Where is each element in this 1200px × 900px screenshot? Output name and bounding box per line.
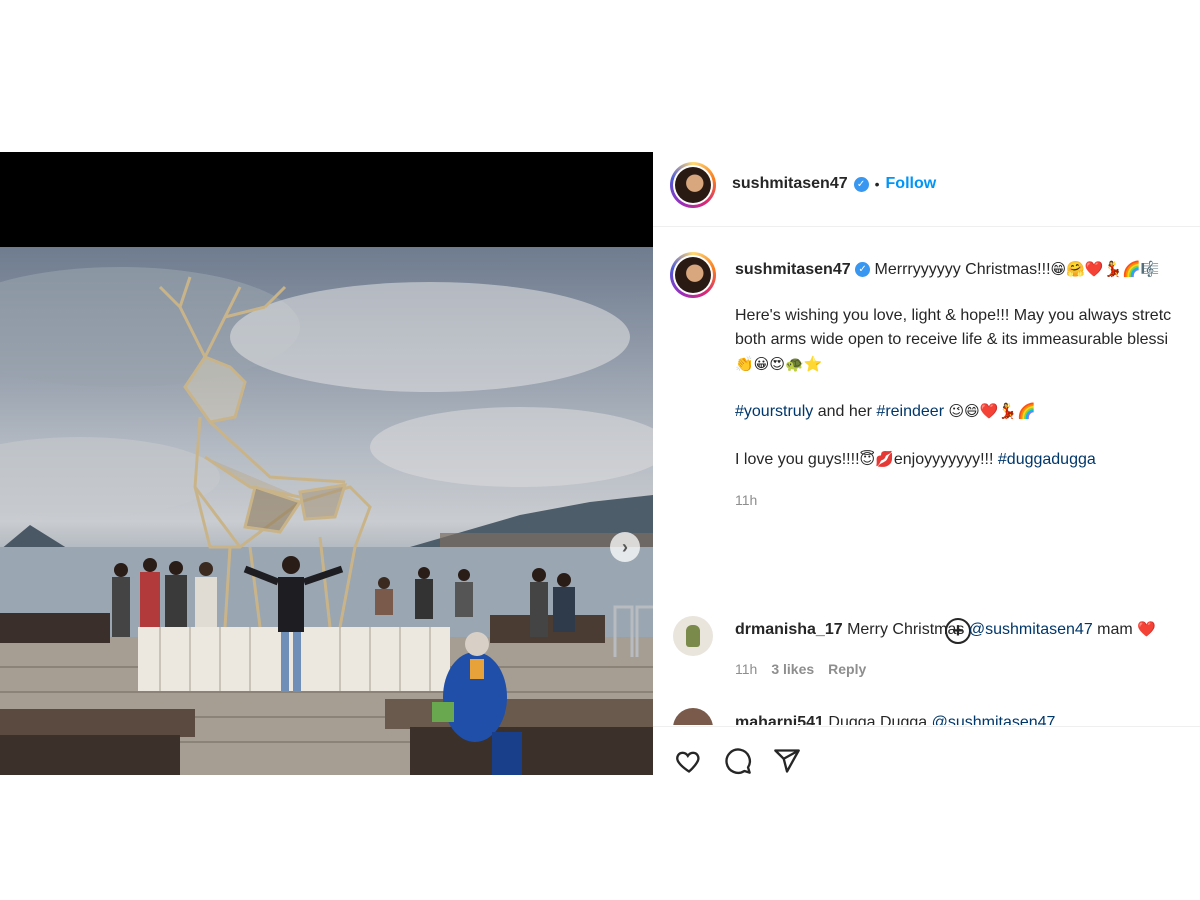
commenter-avatar[interactable]: [673, 708, 713, 725]
caption-text: and her: [817, 403, 872, 420]
follow-button[interactable]: Follow: [886, 175, 937, 193]
caption-closing-line: I love you guys!!!!😇💋enjoyyyyyyy!!! #dug…: [735, 447, 1096, 472]
heart-emoji: ❤️: [1137, 620, 1156, 638]
comment-text: mam: [1097, 621, 1133, 638]
mention-link[interactable]: @sushmitasen47: [932, 714, 1056, 725]
comment-text: Merry Christmas: [847, 621, 965, 638]
heart-icon[interactable]: [674, 747, 704, 775]
hashtag-link[interactable]: #yourstruly: [735, 403, 813, 420]
send-icon[interactable]: [772, 747, 802, 775]
caption-first-line: sushmitasen47 ✓ Merrryyyyyy Christmas!!!…: [735, 257, 1160, 282]
caption-text: I love you guys!!!!: [735, 451, 860, 468]
comment-text: Dugga Dugga: [828, 714, 928, 725]
mention-link[interactable]: @sushmitasen47: [969, 621, 1093, 638]
comment-timestamp[interactable]: 11h: [735, 661, 757, 677]
comments-section: sushmitasen47 ✓ Merrryyyyyy Christmas!!!…: [653, 227, 1200, 725]
caption-line: Here's wishing you love, light & hope!!!…: [735, 307, 1172, 324]
caption-text: enjoyyyyyyy!!!: [893, 451, 994, 468]
separator-dot: •: [874, 176, 880, 192]
comment-icon[interactable]: [723, 747, 753, 775]
hashtag-link[interactable]: #duggadugga: [998, 451, 1096, 468]
comment-meta: 11h 3 likes Reply: [735, 661, 866, 677]
author-username[interactable]: sushmitasen47: [732, 175, 848, 193]
post-side-panel: sushmitasen47 ✓ • Follow sushmitasen47 ✓…: [653, 152, 1200, 775]
post-media: ›: [0, 152, 653, 775]
commenter-username[interactable]: drmanisha_17: [735, 621, 843, 638]
chevron-right-icon: ›: [622, 536, 628, 557]
avatar-image: [675, 167, 711, 203]
caption-emoji-line: 👏😀😍🐢⭐: [735, 355, 823, 373]
caption-avatar[interactable]: [670, 252, 716, 298]
caption-emojis: 😁🤗❤️💃🌈🎼: [1050, 260, 1160, 278]
caption-greeting: Merrryyyyyy Christmas!!!: [874, 261, 1051, 278]
comment-body: drmanisha_17 Merry Christmas @sushmitase…: [735, 617, 1156, 642]
verified-badge-icon: ✓: [855, 262, 871, 278]
caption-emojis: 😇💋: [859, 450, 894, 468]
hashtag-link[interactable]: #reindeer: [876, 403, 944, 420]
avatar-image: [675, 257, 711, 293]
commenter-avatar[interactable]: [673, 616, 713, 656]
reply-button[interactable]: Reply: [828, 661, 866, 677]
post-header: sushmitasen47 ✓ • Follow: [653, 152, 1200, 227]
author-avatar[interactable]: [670, 162, 716, 208]
post-action-bar: [653, 726, 1200, 775]
comment-body: maharni541 Dugga Dugga @sushmitasen47: [735, 711, 1055, 725]
avatar-image: [686, 625, 700, 647]
comment-likes[interactable]: 3 likes: [771, 661, 814, 677]
caption-emojis: 😉😄❤️💃🌈: [948, 402, 1036, 420]
caption-line: both arms wide open to receive life & it…: [735, 331, 1169, 348]
post-photo: [0, 247, 653, 775]
caption-hashtag-line: #yourstruly and her #reindeer 😉😄❤️💃🌈: [735, 399, 1036, 424]
reindeer-scene-illustration: [0, 267, 653, 775]
commenter-username[interactable]: maharni541: [735, 714, 824, 725]
verified-badge-icon: ✓: [853, 176, 869, 192]
next-photo-button[interactable]: ›: [610, 532, 640, 562]
caption-timestamp[interactable]: 11h: [735, 492, 757, 508]
caption-username[interactable]: sushmitasen47: [735, 261, 851, 278]
